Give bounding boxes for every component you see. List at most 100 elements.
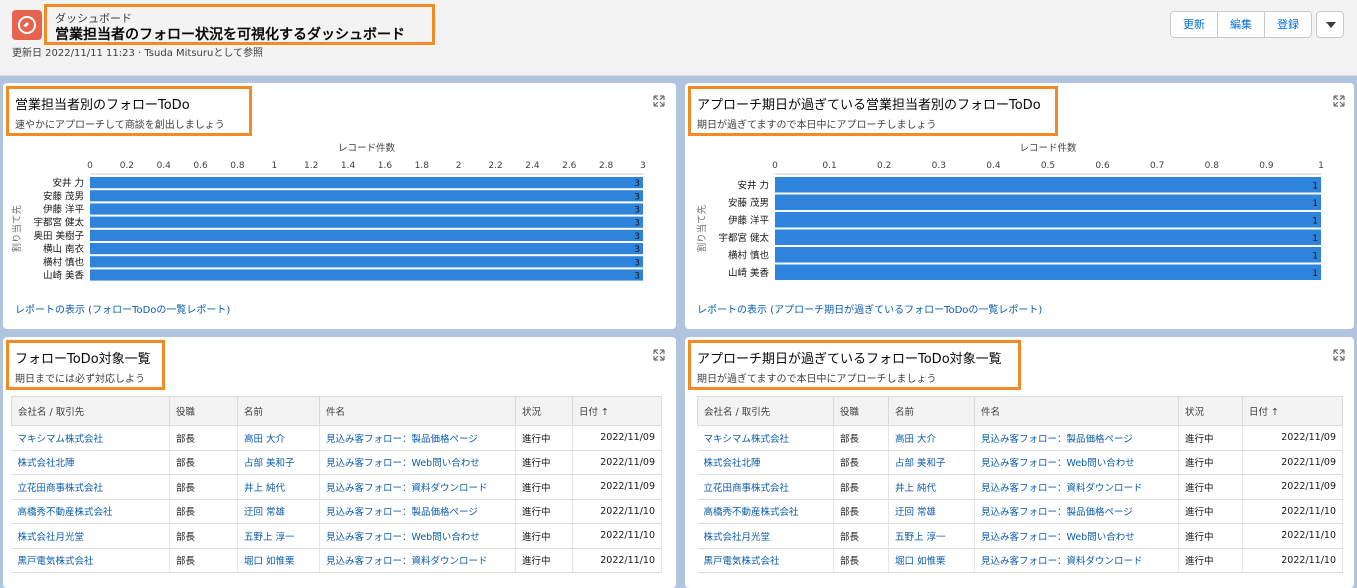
name-cell[interactable]: 五野上 淳一 <box>237 523 320 549</box>
column-header[interactable]: 名前 <box>888 396 975 426</box>
bar[interactable] <box>90 229 643 241</box>
subject-cell[interactable]: 見込み客フォロー：Web問い合わせ <box>319 523 516 549</box>
name-cell[interactable]: 五野上 淳一 <box>888 523 975 549</box>
name-cell[interactable]: 堀口 如惟栗 <box>237 548 320 573</box>
name-cell[interactable]: 高田 大介 <box>888 425 975 451</box>
card-subtitle: 期日までには必ず対応しよう <box>15 374 145 385</box>
bar[interactable] <box>90 190 643 202</box>
date-cell: 2022/11/09 <box>572 474 662 500</box>
bar[interactable] <box>775 177 1321 193</box>
status-cell: 進行中 <box>515 548 573 573</box>
bar[interactable] <box>775 212 1321 228</box>
x-tick-label: 3 <box>640 161 646 171</box>
bar[interactable] <box>90 243 643 255</box>
company-cell[interactable]: 黒戸電気株式会社 <box>697 548 834 573</box>
subject-cell[interactable]: 見込み客フォロー：Web問い合わせ <box>974 523 1179 549</box>
company-cell[interactable]: 株式会社北陣 <box>697 450 834 475</box>
column-header[interactable]: 件名 <box>974 396 1179 426</box>
header-button-group: 更新 編集 登録 <box>1170 11 1312 38</box>
expand-icon[interactable] <box>653 349 665 361</box>
role-cell: 部長 <box>169 450 238 475</box>
bar-value-label: 3 <box>634 245 640 255</box>
name-cell[interactable]: 迂回 常雄 <box>888 499 975 524</box>
column-header[interactable]: 件名 <box>319 396 516 426</box>
y-category-label: 伊藤 洋平 <box>43 204 85 216</box>
column-header[interactable]: 名前 <box>237 396 320 426</box>
name-cell[interactable]: 井上 純代 <box>888 474 975 500</box>
column-header[interactable]: 役職 <box>169 396 238 426</box>
bar[interactable] <box>775 194 1321 211</box>
subject-cell[interactable]: 見込み客フォロー：製品価格ページ <box>319 425 516 451</box>
role-cell: 部長 <box>833 425 889 451</box>
column-header[interactable]: 状況 <box>515 396 573 426</box>
view-report-link[interactable]: レポートの表示 (アプローチ期日が過ぎているフォローToDoの一覧レポート) <box>697 301 1042 316</box>
bar[interactable] <box>90 256 643 268</box>
subject-cell[interactable]: 見込み客フォロー：資料ダウンロード <box>319 548 516 573</box>
date-cell: 2022/11/10 <box>1242 548 1343 573</box>
x-tick-label: 2 <box>456 161 462 171</box>
company-cell[interactable]: 株式会社月光堂 <box>697 523 834 549</box>
x-tick-label: 0.9 <box>1259 161 1274 171</box>
company-cell[interactable]: 黒戸電気株式会社 <box>11 548 170 573</box>
company-cell[interactable]: 立花田商事株式会社 <box>697 474 834 500</box>
subject-cell[interactable]: 見込み客フォロー：Web問い合わせ <box>974 450 1179 475</box>
date-cell: 2022/11/10 <box>1242 523 1343 549</box>
refresh-button[interactable]: 更新 <box>1171 12 1218 37</box>
subject-cell[interactable]: 見込み客フォロー：Web問い合わせ <box>319 450 516 475</box>
date-cell: 2022/11/09 <box>1242 474 1343 500</box>
date-cell: 2022/11/10 <box>572 548 662 573</box>
x-axis-title: レコード件数 <box>338 142 396 154</box>
company-cell[interactable]: 株式会社月光堂 <box>11 523 170 549</box>
subscribe-button[interactable]: 登録 <box>1265 12 1311 37</box>
company-cell[interactable]: マキシマム株式会社 <box>697 425 834 451</box>
subject-cell[interactable]: 見込み客フォロー：製品価格ページ <box>974 425 1179 451</box>
column-header[interactable]: 会社名 / 取引先 <box>697 396 834 426</box>
bar[interactable] <box>90 177 643 189</box>
column-header[interactable]: 日付 ↑ <box>1242 396 1343 426</box>
bar[interactable] <box>90 269 643 281</box>
name-cell[interactable]: 占部 美和子 <box>888 450 975 475</box>
company-cell[interactable]: 立花田商事株式会社 <box>11 474 170 500</box>
company-cell[interactable]: 高橋秀不動産株式会社 <box>697 499 834 524</box>
status-cell: 進行中 <box>515 523 573 549</box>
column-header[interactable]: 会社名 / 取引先 <box>11 396 170 426</box>
header-title-highlight: ダッシュボード 営業担当者のフォロー状況を可視化するダッシュボード <box>44 4 435 45</box>
name-cell[interactable]: 迂回 常雄 <box>237 499 320 524</box>
name-cell[interactable]: 堀口 如惟栗 <box>888 548 975 573</box>
more-actions-button[interactable] <box>1316 11 1344 38</box>
page-title: 営業担当者のフォロー状況を可視化するダッシュボード <box>55 27 405 43</box>
table-row: 株式会社月光堂 部長 五野上 淳一 見込み客フォロー：Web問い合わせ 進行中 2022/… <box>11 523 662 549</box>
subject-cell[interactable]: 見込み客フォロー：資料ダウンロード <box>319 474 516 500</box>
table-row: 株式会社北陣 部長 占部 美和子 見込み客フォロー：Web問い合わせ 進行中 2022/1… <box>697 450 1343 475</box>
x-axis-title: レコード件数 <box>1019 142 1077 154</box>
column-header[interactable]: 役職 <box>833 396 889 426</box>
bar-value-label: 3 <box>634 258 640 268</box>
x-tick-label: 0.7 <box>1150 161 1164 171</box>
expand-icon[interactable] <box>1333 349 1345 361</box>
bar[interactable] <box>775 229 1321 246</box>
company-cell[interactable]: マキシマム株式会社 <box>11 425 170 451</box>
company-cell[interactable]: 高橋秀不動産株式会社 <box>11 499 170 524</box>
subject-cell[interactable]: 見込み客フォロー：製品価格ページ <box>974 499 1179 524</box>
view-report-link[interactable]: レポートの表示 (フォローToDoの一覧レポート) <box>15 301 230 316</box>
bar[interactable] <box>90 216 643 228</box>
company-cell[interactable]: 株式会社北陣 <box>11 450 170 475</box>
subject-cell[interactable]: 見込み客フォロー：製品価格ページ <box>319 499 516 524</box>
status-cell: 進行中 <box>515 425 573 451</box>
card-title: アプローチ期日が過ぎているフォローToDo対象一覧 <box>697 352 1002 367</box>
name-cell[interactable]: 高田 大介 <box>237 425 320 451</box>
column-header[interactable]: 日付 ↑ <box>572 396 662 426</box>
subject-cell[interactable]: 見込み客フォロー：資料ダウンロード <box>974 474 1179 500</box>
name-cell[interactable]: 占部 美和子 <box>237 450 320 475</box>
x-tick-label: 0.2 <box>120 161 134 171</box>
status-cell: 進行中 <box>515 499 573 524</box>
bar[interactable] <box>775 247 1321 263</box>
table-row: 立花田商事株式会社 部長 井上 純代 見込み客フォロー：資料ダウンロード 進行中 2022… <box>11 474 662 500</box>
subject-cell[interactable]: 見込み客フォロー：資料ダウンロード <box>974 548 1179 573</box>
column-header[interactable]: 状況 <box>1178 396 1243 426</box>
edit-button[interactable]: 編集 <box>1218 12 1265 37</box>
bar-value-label: 1 <box>1312 234 1318 244</box>
bar[interactable] <box>90 203 643 215</box>
name-cell[interactable]: 井上 純代 <box>237 474 320 500</box>
bar[interactable] <box>775 264 1321 281</box>
